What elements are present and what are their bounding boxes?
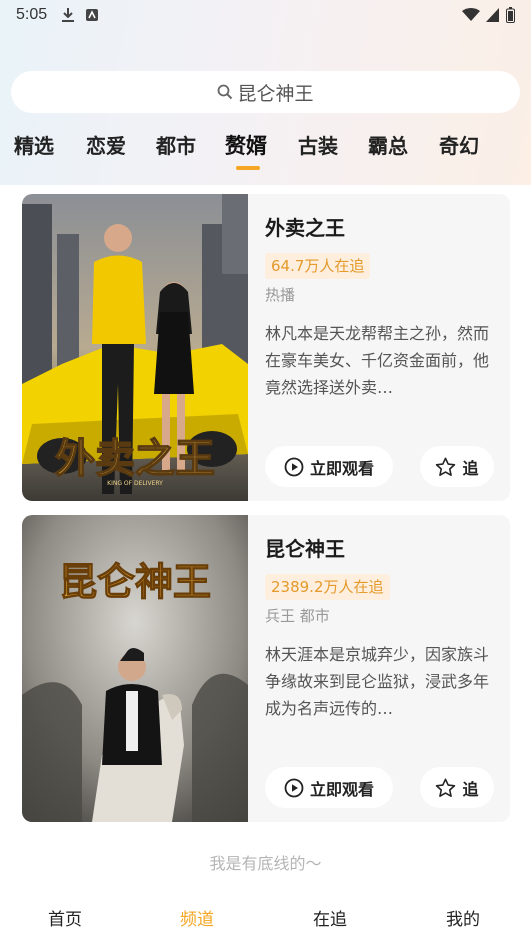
signal-icon — [486, 8, 499, 22]
tab-dushi[interactable]: 都市 — [156, 130, 196, 159]
download-icon — [62, 8, 75, 22]
card-tags: 兵王 都市 — [265, 607, 330, 625]
battery-icon — [506, 7, 515, 23]
end-of-list-note: 我是有底线的～ — [209, 854, 322, 873]
follow-label: 追 — [462, 458, 479, 478]
poster-image[interactable]: 昆仑神王 — [22, 515, 248, 822]
tab-zhuixu[interactable]: 赘婿 — [225, 130, 267, 160]
play-circle-icon — [284, 457, 304, 476]
status-time: 5:05 — [16, 6, 48, 23]
nav-channel[interactable]: 频道 — [180, 905, 214, 930]
tab-lianai[interactable]: 恋爱 — [86, 130, 126, 159]
nav-home[interactable]: 首页 — [48, 905, 82, 930]
poster-title: 外卖之王 — [55, 435, 215, 482]
follow-button[interactable]: 追 — [420, 446, 494, 487]
card-description: 林凡本是天龙帮帮主之孙，然而在豪车美女、千亿资金面前，他竟然选择送外卖… — [265, 324, 490, 397]
star-icon — [436, 457, 456, 476]
watch-now-button[interactable]: 立即观看 — [265, 767, 393, 808]
tab-qihuan[interactable]: 奇幻 — [439, 130, 479, 159]
poster-image[interactable]: 外卖之王 KING OF DELIVERY — [22, 194, 248, 501]
follower-count-badge: 2389.2万人在追 — [265, 574, 390, 600]
status-bar: 5:05 — [0, 0, 531, 30]
wifi-icon — [462, 8, 480, 21]
poster-title: 昆仑神王 — [59, 559, 211, 604]
follow-button[interactable]: 追 — [420, 767, 494, 808]
app-notification-icon — [86, 9, 99, 21]
active-tab-indicator — [236, 166, 260, 170]
watch-now-label: 立即观看 — [309, 779, 374, 799]
card-description: 林天涯本是京城弃少，因家族斗争缘故来到昆仑监狱，浸武多年成为名声远传的… — [265, 645, 490, 718]
search-bar[interactable]: 昆仑神王 — [11, 71, 520, 113]
poster-subtitle: KING OF DELIVERY — [107, 480, 163, 487]
star-icon — [436, 778, 456, 797]
tab-guzhuang[interactable]: 古装 — [298, 130, 338, 159]
follower-count-badge: 64.7万人在追 — [265, 253, 371, 279]
nav-mine[interactable]: 我的 — [446, 905, 480, 930]
card-title[interactable]: 外卖之王 — [265, 212, 345, 241]
card-tags: 热播 — [265, 286, 296, 304]
drama-card[interactable]: 外卖之王 KING OF DELIVERY 外卖之王 64.7万人在追 热播 林… — [22, 194, 510, 501]
tab-jingxuan[interactable]: 精选 — [14, 130, 54, 159]
search-icon — [218, 84, 233, 100]
drama-card[interactable]: 昆仑神王 昆仑神王 2389.2万人在追 兵王 都市 林天涯本是京城弃少，因家族… — [22, 515, 510, 822]
watch-now-label: 立即观看 — [309, 458, 374, 478]
bottom-navigation: 首页 频道 在追 我的 — [0, 895, 531, 945]
category-tabs: 精选 恋爱 都市 赘婿 古装 霸总 奇幻 — [0, 124, 531, 174]
card-title[interactable]: 昆仑神王 — [265, 533, 345, 562]
nav-following[interactable]: 在追 — [313, 905, 347, 930]
tab-bazong[interactable]: 霸总 — [368, 130, 408, 159]
watch-now-button[interactable]: 立即观看 — [265, 446, 393, 487]
play-circle-icon — [284, 778, 304, 797]
follow-label: 追 — [462, 779, 479, 799]
search-text: 昆仑神王 — [237, 82, 314, 105]
